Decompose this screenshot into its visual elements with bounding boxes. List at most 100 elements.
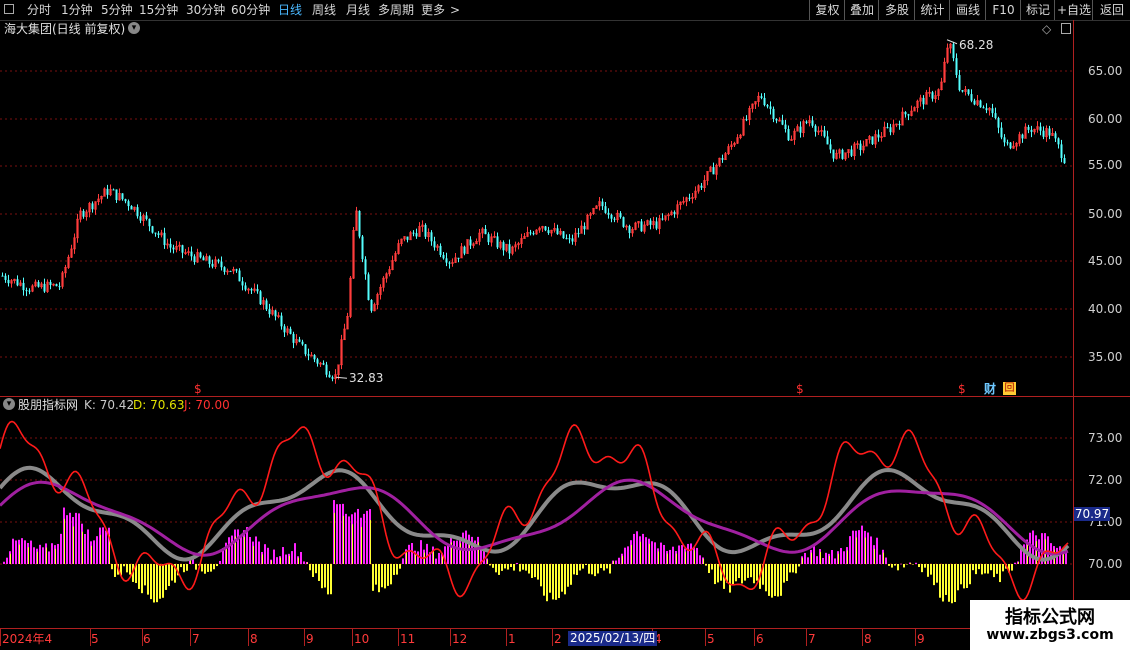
- indicator-histogram-bar: [738, 564, 740, 579]
- indicator-histogram-bar: [825, 552, 827, 564]
- candle-body: [907, 114, 910, 116]
- indicator-histogram-bar: [384, 564, 386, 589]
- candle-body: [439, 245, 442, 255]
- title-dropdown-icon[interactable]: ▾: [128, 22, 140, 34]
- period-tab[interactable]: 日线: [278, 0, 302, 20]
- indicator-histogram-bar: [73, 526, 74, 564]
- toolbar-button[interactable]: F10: [985, 0, 1021, 20]
- indicator-histogram-bar: [19, 544, 20, 564]
- finance-badge[interactable]: 财: [984, 382, 996, 396]
- more-arrow-icon[interactable]: >: [450, 0, 460, 20]
- review-badge[interactable]: 回: [1003, 382, 1016, 395]
- toolbar-button[interactable]: 叠加: [844, 0, 879, 20]
- indicator-histogram-bar: [255, 536, 257, 564]
- period-tab[interactable]: 15分钟: [139, 0, 178, 20]
- indicator-dropdown-icon[interactable]: ▾: [3, 398, 15, 410]
- diamond-icon[interactable]: ◇: [1042, 22, 1051, 36]
- candle-body: [433, 241, 436, 248]
- candle-body: [49, 282, 52, 285]
- k-value-label: K: 70.42: [84, 398, 135, 412]
- candle-body: [688, 197, 691, 199]
- candle-body: [256, 288, 259, 292]
- indicator-histogram-bar: [15, 540, 17, 564]
- period-tab[interactable]: 30分钟: [186, 0, 225, 20]
- indicator-histogram-bar: [996, 564, 998, 574]
- indicator-histogram-bar: [813, 546, 815, 564]
- candle-body: [1003, 137, 1006, 143]
- toolbar-button[interactable]: +自选: [1054, 0, 1093, 20]
- period-tab[interactable]: 60分钟: [231, 0, 270, 20]
- period-toolbar: 分时 1分钟 5分钟 15分钟 30分钟 60分钟 日线 周线 月线 多周期 更多 > 复权 叠加 多股统…: [0, 0, 1130, 21]
- indicator-histogram-bar: [253, 546, 254, 564]
- period-tab[interactable]: 更多: [421, 0, 445, 20]
- indicator-histogram-bar: [564, 564, 566, 595]
- candle-body: [502, 242, 505, 251]
- period-tab[interactable]: 周线: [312, 0, 336, 20]
- candle-body: [322, 363, 325, 365]
- indicator-histogram-bar: [291, 551, 293, 564]
- candle-body: [304, 344, 307, 355]
- indicator-histogram-bar: [540, 564, 542, 587]
- candle-body: [364, 259, 367, 275]
- stock-chart[interactable]: [0, 20, 1130, 650]
- indicator-histogram-bar: [921, 564, 923, 573]
- candle-body: [1039, 126, 1042, 131]
- indicator-histogram-bar: [879, 554, 881, 564]
- indicator-histogram-bar: [240, 536, 242, 564]
- candle-body: [457, 257, 460, 259]
- indicator-histogram-bar: [84, 533, 86, 564]
- toolbar-button[interactable]: 复权: [809, 0, 845, 20]
- period-tab[interactable]: 多周期: [378, 0, 414, 20]
- indicator-histogram-bar: [78, 513, 80, 564]
- candle-body: [673, 212, 676, 215]
- indicator-histogram-bar: [624, 547, 626, 564]
- indicator-histogram-bar: [345, 513, 347, 564]
- candle-body: [274, 310, 277, 317]
- candle-body: [37, 282, 40, 287]
- period-tab[interactable]: 月线: [346, 0, 370, 20]
- indicator-histogram-bar: [207, 564, 209, 572]
- candle-body: [832, 149, 835, 159]
- indicator-histogram-bar: [381, 564, 383, 588]
- candle-body: [280, 315, 283, 327]
- toolbar-button[interactable]: 多股: [878, 0, 915, 20]
- panel-toggle-icon[interactable]: [1061, 23, 1071, 34]
- toolbar-button[interactable]: 标记: [1020, 0, 1055, 20]
- indicator-histogram-bar: [600, 564, 602, 569]
- time-axis-label: 1: [508, 632, 516, 646]
- indicator-histogram-bar: [588, 564, 590, 574]
- candle-body: [106, 188, 109, 195]
- candle-body: [193, 256, 196, 263]
- indicator-histogram-bar: [465, 530, 467, 564]
- indicator-histogram-bar: [903, 564, 905, 568]
- indicator-histogram-bar: [336, 504, 338, 564]
- indicator-histogram-bar: [352, 524, 353, 564]
- period-tab[interactable]: 1分钟: [61, 0, 93, 20]
- indicator-histogram-bar: [159, 564, 161, 599]
- time-axis-label: 5: [707, 632, 715, 646]
- indicator-histogram-bar: [204, 564, 206, 574]
- period-tab[interactable]: 5分钟: [101, 0, 133, 20]
- toolbar-button[interactable]: 返回: [1092, 0, 1130, 20]
- candle-body: [721, 158, 724, 160]
- indicator-histogram-bar: [420, 540, 422, 564]
- indicator-histogram-bar: [21, 538, 23, 564]
- window-menu-icon[interactable]: [4, 4, 14, 14]
- indicator-histogram-bar: [756, 564, 758, 581]
- indicator-histogram-bar: [82, 531, 83, 564]
- indicator-histogram-bar: [703, 558, 704, 564]
- candle-body: [169, 243, 172, 248]
- candle-body: [4, 275, 7, 280]
- period-tab[interactable]: 分时: [27, 0, 51, 20]
- main-chart-title: 海大集团(日线 前复权): [4, 22, 126, 36]
- indicator-histogram-bar: [912, 564, 914, 565]
- indicator-histogram-bar: [603, 564, 605, 571]
- candle-body: [208, 256, 211, 264]
- toolbar-button[interactable]: 画线: [949, 0, 986, 20]
- indicator-axis-tick: 73.00: [1088, 431, 1123, 445]
- indicator-histogram-bar: [714, 564, 716, 585]
- indicator-histogram-bar: [948, 564, 950, 602]
- toolbar-button[interactable]: 统计: [914, 0, 950, 20]
- indicator-histogram-bar: [597, 564, 599, 574]
- candle-body: [583, 226, 586, 230]
